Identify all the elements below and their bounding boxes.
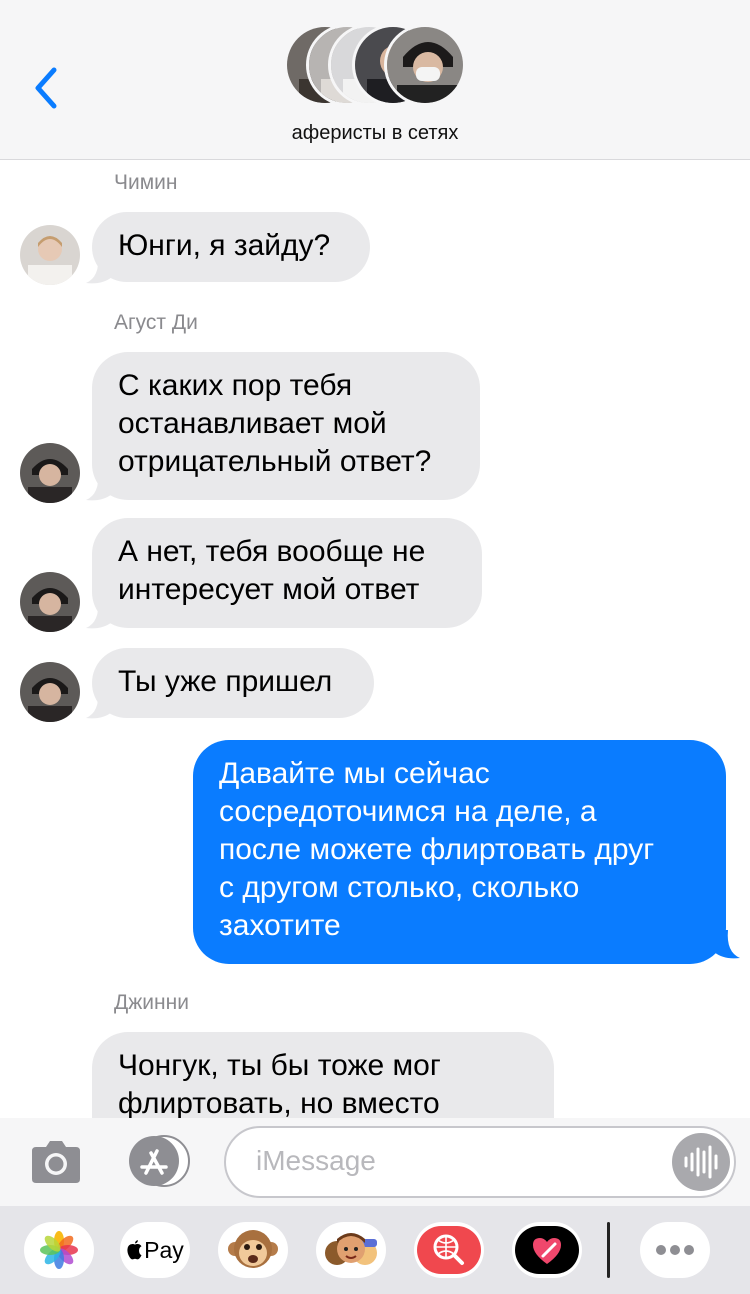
group-avatar xyxy=(384,24,466,106)
message-text-line: интересует мой ответ xyxy=(118,573,420,606)
avatar[interactable] xyxy=(20,225,80,285)
message-text-line: отрицательный ответ? xyxy=(118,445,432,478)
drawer-separator xyxy=(607,1222,610,1278)
web-image-search-icon xyxy=(417,1226,481,1274)
message-bubble[interactable]: Чонгук, ты бы тоже мог флиртовать, но вм… xyxy=(92,1032,554,1118)
sender-name: Джинни xyxy=(114,991,189,1014)
message-list[interactable]: Чимин Юнги, я зайду? Агуст Ди С каких по… xyxy=(0,160,750,1118)
avatar[interactable] xyxy=(20,572,80,632)
conversation-header: аферисты в сетях xyxy=(0,0,750,160)
apple-logo-icon xyxy=(127,1240,142,1260)
message-text-line: останавливает мой xyxy=(118,407,387,440)
message-bubble-outgoing[interactable]: Давайте мы сейчас сосредоточимся на деле… xyxy=(193,740,726,964)
message-text-line: А нет, тебя вообще не xyxy=(118,535,426,568)
message-text-line: С каких пор тебя xyxy=(118,369,353,402)
group-name[interactable]: аферисты в сетях xyxy=(0,122,750,145)
chevron-left-icon xyxy=(35,67,57,109)
app-store-button[interactable] xyxy=(124,1135,190,1187)
message-bubble[interactable]: С каких пор тебя останавливает мой отриц… xyxy=(92,352,480,500)
image-search-button[interactable] xyxy=(414,1222,484,1278)
message-text-line: после можете флиртовать друг xyxy=(219,833,655,866)
photos-app-button[interactable] xyxy=(24,1222,94,1278)
monkey-animoji-icon xyxy=(228,1230,278,1268)
message-bubble[interactable]: Юнги, я зайду? xyxy=(92,212,370,282)
more-apps-button[interactable] xyxy=(640,1222,710,1278)
apple-pay-label: Pay xyxy=(144,1236,184,1263)
camera-button[interactable] xyxy=(30,1137,82,1185)
sender-name: Агуст Ди xyxy=(114,311,198,334)
message-bubble[interactable]: А нет, тебя вообще не интересует мой отв… xyxy=(92,518,482,628)
animoji-button[interactable] xyxy=(218,1222,288,1278)
apple-pay-button[interactable]: Pay xyxy=(120,1222,190,1278)
back-button[interactable] xyxy=(30,62,70,112)
message-text-line: Чонгук, ты бы тоже мог xyxy=(118,1049,441,1082)
memoji-stickers-button[interactable] xyxy=(316,1222,386,1278)
message-input-placeholder: iMessage xyxy=(256,1145,376,1176)
sender-name: Чимин xyxy=(114,171,178,194)
avatar[interactable] xyxy=(20,443,80,503)
digital-touch-heart-icon xyxy=(515,1226,579,1274)
message-text-line: Давайте мы сейчас xyxy=(219,757,490,790)
more-dots-icon xyxy=(656,1245,694,1255)
audio-message-button[interactable] xyxy=(672,1133,730,1191)
message-text: Ты уже пришел xyxy=(118,665,333,698)
app-store-icon xyxy=(129,1135,190,1187)
memoji-stickers-icon xyxy=(325,1233,377,1265)
photos-icon xyxy=(40,1231,78,1269)
digital-touch-button[interactable] xyxy=(512,1222,582,1278)
avatar[interactable] xyxy=(20,662,80,722)
message-text-line: захотите xyxy=(219,909,341,942)
message-text-line: флиртовать, но вместо xyxy=(118,1087,440,1118)
camera-icon xyxy=(32,1141,80,1183)
message-text: Юнги, я зайду? xyxy=(118,229,331,262)
message-text-line: с другом столько, сколько xyxy=(219,871,580,904)
audio-waveform-icon xyxy=(684,1145,718,1179)
message-text-line: сосредоточимся на деле, а xyxy=(219,795,597,828)
message-bubble[interactable]: Ты уже пришел xyxy=(92,648,374,718)
group-avatars[interactable] xyxy=(284,24,468,108)
